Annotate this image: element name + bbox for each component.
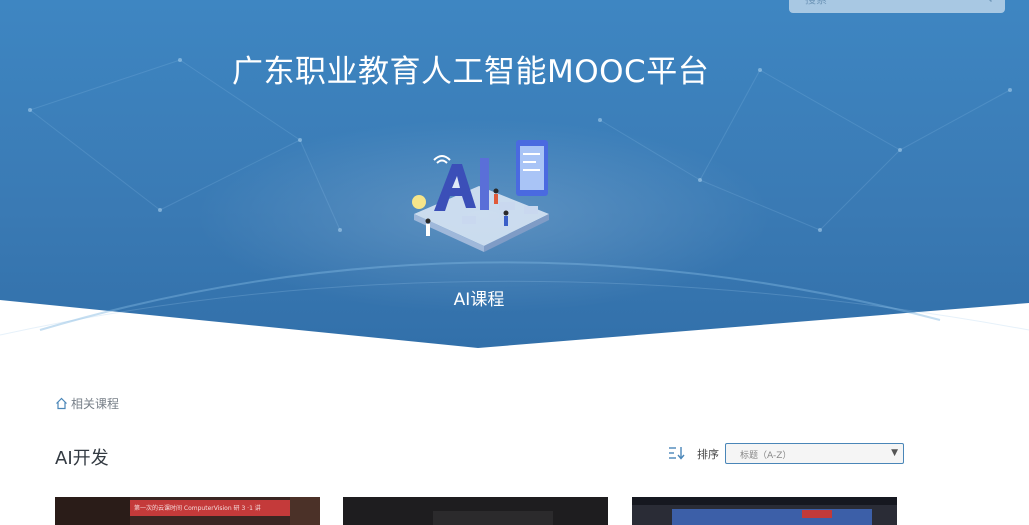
site-title: 广东职业教育人工智能MOOC平台 bbox=[232, 54, 710, 90]
card-thumbnail-banner: 第一次的云课时间 ComputerVision 研 3 ·1 讲 bbox=[130, 500, 290, 516]
sort-icon[interactable] bbox=[668, 446, 686, 460]
card-thumbnail-screen bbox=[433, 511, 553, 525]
card-thumbnail-logo bbox=[802, 510, 832, 518]
course-card[interactable] bbox=[343, 497, 608, 525]
section-title: AI开发 bbox=[55, 448, 109, 469]
search-icon[interactable] bbox=[979, 0, 993, 3]
ai-illustration-icon bbox=[412, 140, 549, 252]
search-input[interactable]: 搜索 bbox=[789, 0, 1005, 13]
search-placeholder: 搜索 bbox=[805, 0, 827, 7]
sort-selected-value: 标题（A-Z） bbox=[740, 451, 792, 461]
card-thumbnail-stage bbox=[672, 509, 872, 525]
card-thumbnail-side bbox=[290, 497, 320, 525]
page: 搜索 广东职业教育人工智能MOOC平台 bbox=[0, 0, 1029, 525]
card-thumbnail-ceiling bbox=[632, 497, 897, 505]
chevron-down-icon: ▼ bbox=[891, 448, 898, 458]
breadcrumb[interactable]: 相关课程 bbox=[55, 395, 119, 411]
card-banner-text: 第一次的云课时间 ComputerVision 研 3 ·1 讲 bbox=[134, 505, 261, 512]
hero-subtitle: AI课程 bbox=[453, 290, 505, 310]
course-card[interactable] bbox=[632, 497, 897, 525]
breadcrumb-label[interactable]: 相关课程 bbox=[71, 395, 119, 412]
sort-label: 排序 bbox=[697, 448, 719, 461]
card-thumbnail-shade bbox=[55, 497, 130, 525]
course-card[interactable]: 第一次的云课时间 ComputerVision 研 3 ·1 讲 bbox=[55, 497, 320, 525]
sort-select[interactable]: 标题（A-Z） ▼ bbox=[725, 443, 904, 464]
hero-banner: 搜索 广东职业教育人工智能MOOC平台 bbox=[0, 0, 1029, 350]
home-icon[interactable] bbox=[55, 397, 68, 410]
